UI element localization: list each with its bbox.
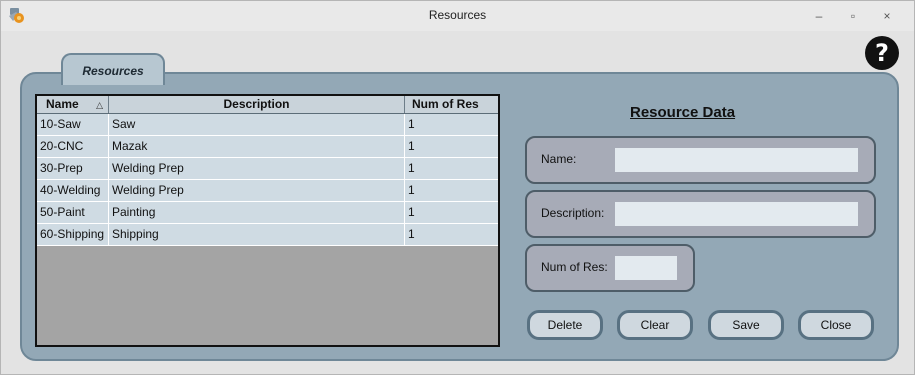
description-field-group: Description: bbox=[525, 190, 876, 238]
delete-button[interactable]: Delete bbox=[527, 310, 603, 340]
save-button[interactable]: Save bbox=[708, 310, 784, 340]
cell-name: 20-CNC bbox=[37, 136, 109, 157]
cell-description: Shipping bbox=[109, 224, 405, 245]
cell-num: 1 bbox=[408, 205, 415, 219]
cell-name: 60-Shipping bbox=[37, 224, 109, 245]
table-row[interactable]: 20-CNC Mazak 1 bbox=[37, 136, 498, 158]
cell-num: 1 bbox=[408, 161, 415, 175]
table-header: Name △ Description Num of Res bbox=[37, 96, 498, 114]
cell-num: 1 bbox=[408, 117, 415, 131]
cell-description: Welding Prep bbox=[109, 180, 405, 201]
column-header-name-label: Name bbox=[46, 97, 79, 111]
num-of-res-label: Num of Res: bbox=[541, 260, 608, 274]
resource-data-title: Resource Data bbox=[630, 104, 736, 121]
cell-description: Saw bbox=[109, 114, 405, 135]
table-row[interactable]: 30-Prep Welding Prep 1 bbox=[37, 158, 498, 180]
close-window-button[interactable]: × bbox=[875, 7, 899, 25]
cell-description: Welding Prep bbox=[109, 158, 405, 179]
maximize-button[interactable]: ▫ bbox=[841, 7, 865, 25]
minimize-button[interactable]: – bbox=[807, 7, 831, 25]
resources-table: Name △ Description Num of Res 10-Saw Saw… bbox=[35, 94, 500, 347]
tab-resources[interactable]: Resources bbox=[61, 53, 165, 85]
name-field-group: Name: bbox=[525, 136, 876, 184]
cell-name: 30-Prep bbox=[37, 158, 109, 179]
column-header-name[interactable]: Name △ bbox=[37, 96, 109, 113]
title-bar[interactable]: Resources – ▫ × bbox=[1, 1, 914, 31]
sort-ascending-icon: △ bbox=[96, 100, 103, 110]
window-title: Resources bbox=[428, 8, 487, 22]
column-header-num-of-res[interactable]: Num of Res bbox=[405, 96, 498, 113]
clear-button[interactable]: Clear bbox=[617, 310, 693, 340]
cell-num: 1 bbox=[408, 183, 415, 197]
table-row[interactable]: 50-Paint Painting 1 bbox=[37, 202, 498, 224]
cell-num: 1 bbox=[408, 139, 415, 153]
cell-num: 1 bbox=[408, 227, 415, 241]
table-row[interactable]: 10-Saw Saw 1 bbox=[37, 114, 498, 136]
cell-name: 10-Saw bbox=[37, 114, 109, 135]
description-label: Description: bbox=[541, 206, 605, 220]
close-button[interactable]: Close bbox=[798, 310, 874, 340]
cell-description: Mazak bbox=[109, 136, 405, 157]
column-header-description[interactable]: Description bbox=[109, 96, 405, 113]
cell-name: 40-Welding bbox=[37, 180, 109, 201]
resources-window: Resources – ▫ × ? Resources Name △ Descr… bbox=[0, 0, 915, 375]
cell-description: Painting bbox=[109, 202, 405, 223]
help-icon[interactable]: ? bbox=[865, 36, 899, 70]
description-field[interactable] bbox=[615, 202, 858, 226]
name-label: Name: bbox=[541, 152, 577, 166]
table-row[interactable]: 60-Shipping Shipping 1 bbox=[37, 224, 498, 246]
cell-name: 50-Paint bbox=[37, 202, 109, 223]
num-of-res-field-group: Num of Res: bbox=[525, 244, 695, 292]
name-field[interactable] bbox=[615, 148, 858, 172]
num-of-res-field[interactable] bbox=[615, 256, 677, 280]
table-row[interactable]: 40-Welding Welding Prep 1 bbox=[37, 180, 498, 202]
